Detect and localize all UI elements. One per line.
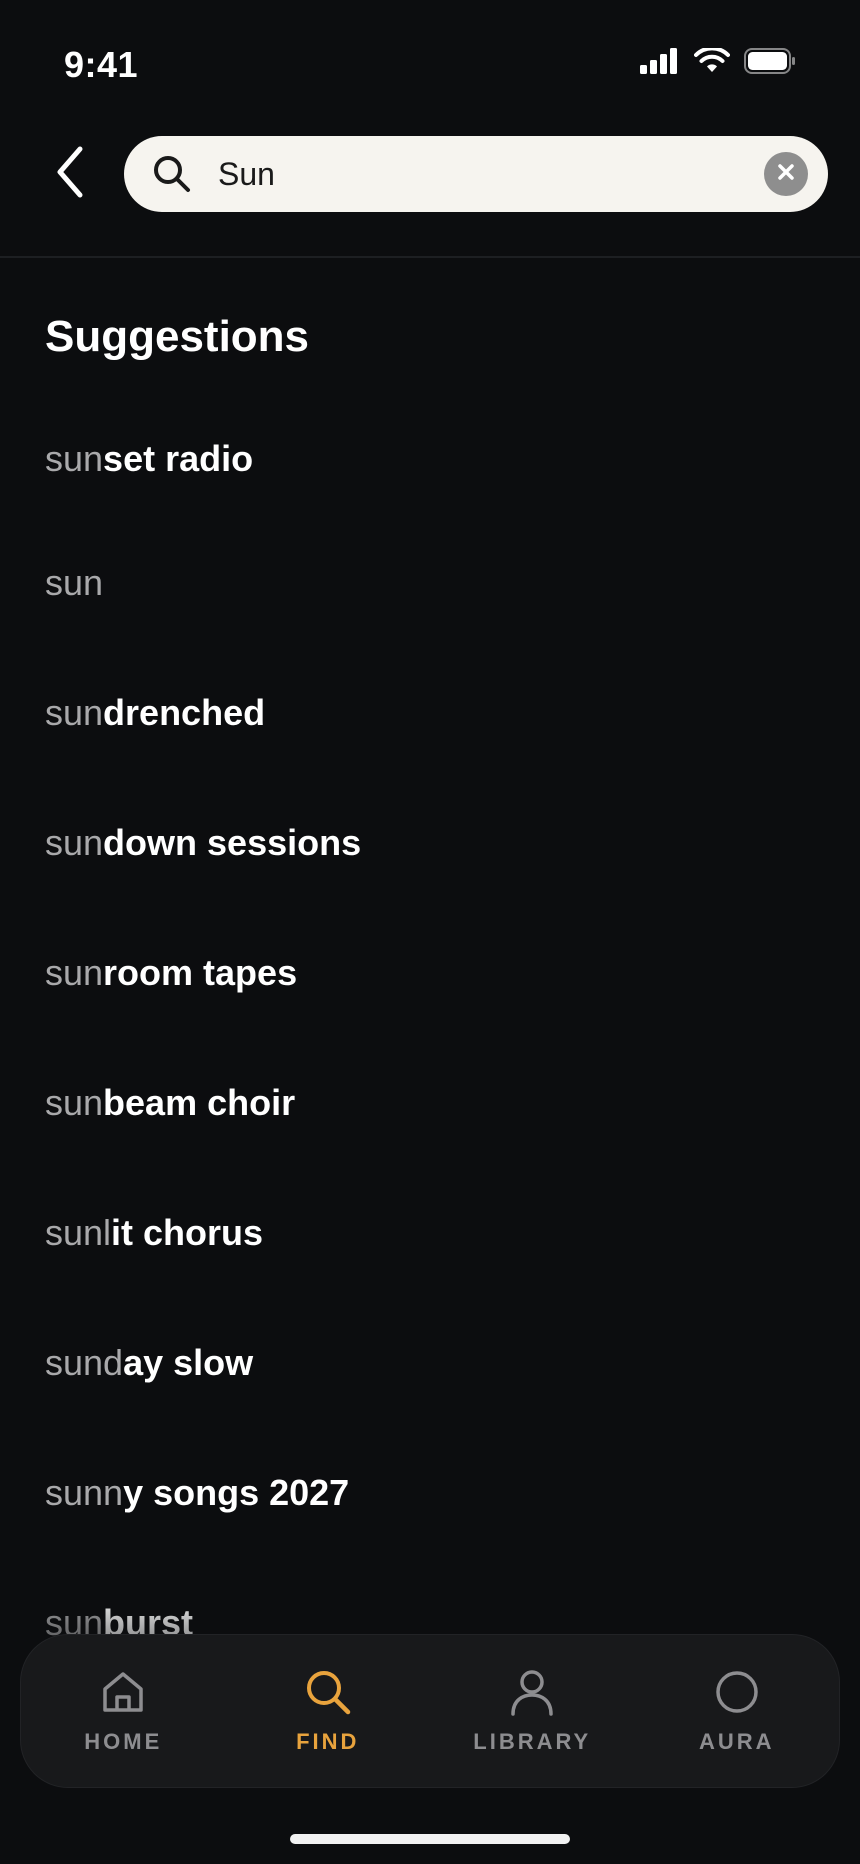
status-time: 9:41 [64,44,139,85]
search-icon [303,1667,353,1717]
tab-label: HOME [84,1729,163,1754]
suggestion-completion: y songs 2027 [123,1472,350,1513]
suggestion-item[interactable]: sund ay slow [0,1298,860,1428]
suggestion-completion: drenched [103,692,266,733]
close-icon [777,163,795,186]
suggestion-item[interactable]: sun [0,518,860,648]
tab-home[interactable]: HOME [21,1635,226,1787]
cellular-signal-icon [640,48,680,79]
search-box[interactable] [124,136,828,212]
suggestion-completion: ay slow [123,1342,254,1383]
suggestion-match-prefix: sun [45,562,104,603]
status-icons [640,46,796,79]
tab-label: LIBRARY [473,1729,592,1754]
person-icon [507,1667,557,1717]
suggestion-match-prefix: sun [45,692,104,733]
suggestion-item[interactable]: sun room tapes [0,908,860,1038]
suggestion-list: sun set radio sun sun drenched sun down ses… [0,400,860,1688]
suggestion-completion: beam choir [103,1082,296,1123]
suggestion-item[interactable]: sun drenched [0,648,860,778]
suggestion-item[interactable]: sunn y songs 2027 [0,1428,860,1558]
header-divider [0,256,860,258]
suggestion-match-prefix: sun [45,438,104,479]
search-icon [152,154,192,194]
chevron-left-icon [55,146,85,203]
suggestion-item[interactable]: sun down sessions [0,778,860,908]
suggestions-title: Suggestions [45,312,310,361]
clear-search-button[interactable] [764,152,808,196]
suggestion-completion: set radio [103,438,254,479]
status-bar: 9:41 [0,0,860,120]
home-indicator [290,1834,570,1844]
suggestion-match-prefix: sunl [45,1212,112,1253]
suggestion-completion: down sessions [103,822,362,863]
suggestion-match-prefix: sun [45,822,104,863]
tab-label: AURA [698,1729,775,1754]
home-icon [98,1667,148,1717]
tab-aura[interactable]: AURA [635,1635,840,1787]
tab-bar: HOME FIND LIBRARY AURA [20,1634,840,1788]
suggestion-item[interactable]: sunl it chorus [0,1168,860,1298]
suggestion-match-prefix: sun [45,952,104,993]
suggestion-item[interactable]: sun beam choir [0,1038,860,1168]
tab-label: FIND [296,1729,360,1754]
search-row [0,134,860,214]
search-input[interactable] [218,144,748,204]
suggestion-match-prefix: sunn [45,1472,124,1513]
suggestion-item[interactable]: sun set radio [0,400,860,518]
back-button[interactable] [40,144,100,204]
suggestion-match-prefix: sund [45,1342,124,1383]
tab-find[interactable]: FIND [226,1635,431,1787]
tab-library[interactable]: LIBRARY [430,1635,635,1787]
wifi-icon [694,46,730,79]
suggestion-match-prefix: sun [45,1082,104,1123]
suggestion-completion: room tapes [103,952,298,993]
battery-icon [744,48,796,79]
circle-icon [712,1667,762,1717]
suggestion-completion: it chorus [111,1212,264,1253]
